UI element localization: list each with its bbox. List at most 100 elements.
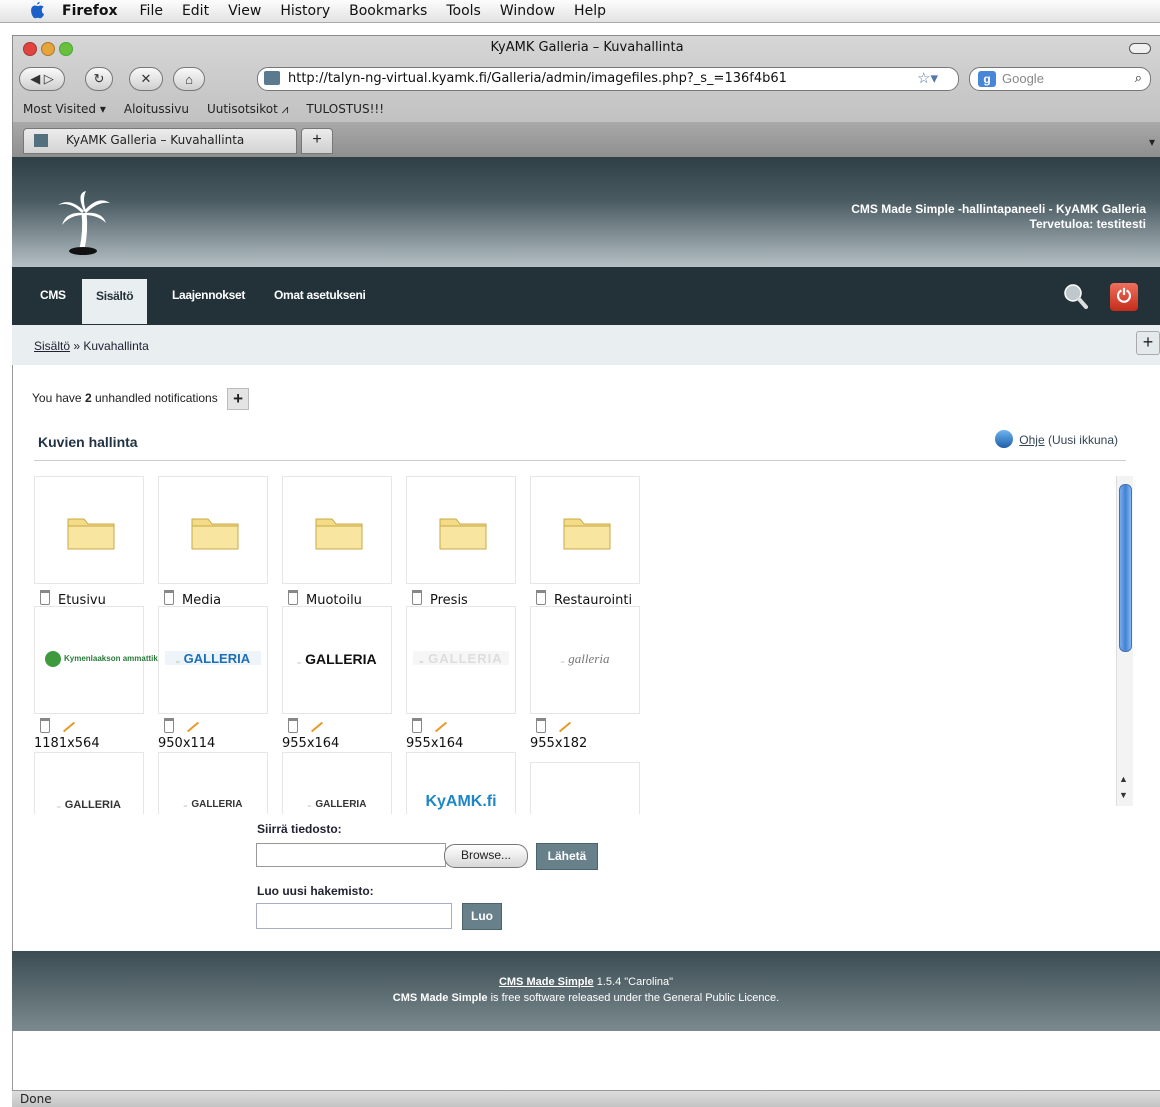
delete-trash-icon[interactable] bbox=[164, 590, 174, 605]
footer-version: 1.5.4 "Carolina" bbox=[593, 976, 674, 988]
delete-trash-icon[interactable] bbox=[288, 718, 298, 733]
edit-pencil-icon[interactable] bbox=[558, 721, 572, 733]
image-thumbnail[interactable]: ▭ GALLERIA bbox=[282, 606, 392, 714]
image-thumbnail[interactable]: ▭ GALLERIA bbox=[406, 606, 516, 714]
nav-omat-asetukseni[interactable]: Omat asetukseni bbox=[274, 288, 366, 302]
close-window-button[interactable] bbox=[23, 42, 37, 56]
image-thumbnail[interactable]: ▭ GALLERIA bbox=[34, 752, 144, 814]
menu-help[interactable]: Help bbox=[574, 3, 606, 19]
footer-cms-link[interactable]: CMS Made Simple bbox=[499, 976, 594, 988]
bookmark-aloitussivu[interactable]: Aloitussivu bbox=[124, 102, 189, 116]
image-actions bbox=[530, 718, 572, 736]
image-grid-scrollbar[interactable]: ▲ ▼ bbox=[1116, 476, 1133, 806]
edit-pencil-icon[interactable] bbox=[62, 721, 76, 733]
scroll-down-arrow-icon[interactable]: ▼ bbox=[1119, 790, 1128, 800]
image-logo-label: GALLERIA bbox=[191, 799, 243, 810]
search-box[interactable]: g Google ⌕ bbox=[969, 67, 1151, 91]
edit-pencil-icon[interactable] bbox=[186, 721, 200, 733]
delete-trash-icon[interactable] bbox=[412, 590, 422, 605]
tab-list-icon[interactable]: ▾ bbox=[1149, 135, 1155, 149]
footer-license-line: CMS Made Simple is free software release… bbox=[12, 992, 1160, 1005]
image-thumbnail[interactable]: Kymenlaakson ammattikorkeakoulu bbox=[34, 606, 201, 714]
create-directory-button[interactable]: Luo bbox=[462, 903, 502, 930]
logout-power-icon[interactable]: ⏻ bbox=[1110, 283, 1138, 311]
edit-pencil-icon[interactable] bbox=[434, 721, 448, 733]
help-icon[interactable] bbox=[995, 430, 1014, 448]
page-title: Kuvien hallinta bbox=[38, 434, 138, 450]
menu-window[interactable]: Window bbox=[500, 3, 555, 19]
breadcrumb: Sisältö » Kuvahallinta bbox=[34, 339, 149, 353]
view-site-magnifier-icon[interactable] bbox=[1062, 283, 1088, 309]
browse-button[interactable]: Browse... bbox=[444, 844, 528, 868]
scroll-up-arrow-icon[interactable]: ▲ bbox=[1119, 774, 1128, 784]
cms-header-text: CMS Made Simple -hallintapaneeli - KyAMK… bbox=[851, 202, 1146, 232]
apple-logo-icon[interactable] bbox=[26, 1, 48, 21]
address-bar[interactable]: http://talyn-ng-virtual.kyamk.fi/Galleri… bbox=[257, 67, 959, 91]
bookmark-star-icon[interactable]: ☆▾ bbox=[917, 69, 938, 87]
nav-laajennokset[interactable]: Laajennokset bbox=[172, 288, 245, 302]
zoom-window-button[interactable] bbox=[59, 42, 73, 56]
delete-trash-icon[interactable] bbox=[412, 718, 422, 733]
help-suffix: (Uusi ikkuna) bbox=[1044, 433, 1118, 448]
delete-trash-icon[interactable] bbox=[40, 590, 50, 605]
help-link[interactable]: Ohje bbox=[1019, 433, 1044, 447]
image-thumbnail[interactable]: KyAMK.fi bbox=[406, 752, 516, 814]
image-logo-text: ▭ GALLERIA bbox=[307, 799, 367, 810]
folder-thumbnail[interactable] bbox=[158, 476, 268, 584]
new-tab-button[interactable]: + bbox=[301, 128, 333, 154]
nav-sisalto[interactable]: Sisältö bbox=[82, 279, 148, 324]
image-thumbnail[interactable]: ▭ galleria bbox=[530, 606, 640, 714]
image-thumbnail[interactable]: ▭ GALLERIA bbox=[282, 752, 392, 814]
image-logo-text: KyAMK.fi bbox=[413, 793, 509, 810]
new-directory-input[interactable] bbox=[256, 903, 452, 929]
folder-icon bbox=[315, 518, 363, 550]
menu-tools[interactable]: Tools bbox=[446, 3, 481, 19]
minimize-window-button[interactable] bbox=[41, 42, 55, 56]
image-thumbnail[interactable] bbox=[530, 762, 640, 814]
new-directory-label: Luo uusi hakemisto: bbox=[257, 884, 374, 898]
add-shortcut-button[interactable]: + bbox=[1136, 331, 1160, 355]
file-path-input[interactable] bbox=[256, 843, 446, 867]
image-thumbnail[interactable]: ▭ GALLERIA bbox=[158, 606, 268, 714]
search-icon[interactable]: ⌕ bbox=[1135, 70, 1142, 86]
expand-notifications-button[interactable]: + bbox=[227, 388, 250, 410]
nav-cms[interactable]: CMS bbox=[40, 288, 66, 302]
delete-trash-icon[interactable] bbox=[288, 590, 298, 605]
bookmark-tulostus[interactable]: TULOSTUS!!! bbox=[306, 102, 384, 116]
bookmark-most-visited[interactable]: Most Visited ▾ bbox=[23, 102, 106, 116]
delete-trash-icon[interactable] bbox=[536, 718, 546, 733]
reload-button[interactable]: ↻ bbox=[85, 67, 113, 91]
navigation-toolbar: ◀ ▷ ↻ ✕ ⌂ http://talyn-ng-virtual.kyamk.… bbox=[13, 63, 1160, 93]
bookmark-uutisotsikot[interactable]: Uutisotsikot ⩘ bbox=[207, 102, 288, 117]
delete-trash-icon[interactable] bbox=[40, 718, 50, 733]
menu-file[interactable]: File bbox=[140, 3, 163, 19]
menu-view[interactable]: View bbox=[228, 3, 261, 19]
stop-button[interactable]: ✕ bbox=[129, 67, 163, 91]
delete-trash-icon[interactable] bbox=[164, 718, 174, 733]
tab-title: KyAMK Galleria – Kuvahallinta bbox=[66, 133, 245, 147]
image-thumbnail[interactable]: ▭ GALLERIA bbox=[158, 752, 268, 814]
bookmarks-bar: Most Visited ▾ Aloitussivu Uutisotsikot … bbox=[13, 98, 1160, 120]
home-button[interactable]: ⌂ bbox=[173, 67, 205, 91]
menu-firefox[interactable]: Firefox bbox=[62, 3, 118, 19]
folder-thumbnail[interactable] bbox=[406, 476, 516, 584]
menu-history[interactable]: History bbox=[280, 3, 330, 19]
breadcrumb-link-sisalto[interactable]: Sisältö bbox=[34, 339, 70, 353]
google-engine-icon[interactable]: g bbox=[978, 71, 996, 87]
folder-thumbnail[interactable] bbox=[34, 476, 144, 584]
toolbar-toggle-button[interactable] bbox=[1129, 43, 1151, 54]
url-text: http://talyn-ng-virtual.kyamk.fi/Galleri… bbox=[288, 71, 787, 86]
notifications: You have 2 unhandled notifications + bbox=[32, 388, 250, 410]
image-logo-label: GALLERIA bbox=[305, 651, 377, 667]
menu-edit[interactable]: Edit bbox=[182, 3, 209, 19]
delete-trash-icon[interactable] bbox=[536, 590, 546, 605]
scrollbar-thumb[interactable] bbox=[1119, 484, 1132, 652]
image-actions bbox=[158, 718, 200, 736]
menu-bookmarks[interactable]: Bookmarks bbox=[349, 3, 427, 19]
upload-submit-button[interactable]: Lähetä bbox=[536, 843, 598, 870]
back-button[interactable]: ◀ ▷ bbox=[19, 67, 65, 91]
edit-pencil-icon[interactable] bbox=[310, 721, 324, 733]
tab-kuvahallinta[interactable]: KyAMK Galleria – Kuvahallinta bbox=[23, 128, 297, 154]
folder-thumbnail[interactable] bbox=[282, 476, 392, 584]
folder-thumbnail[interactable] bbox=[530, 476, 640, 584]
